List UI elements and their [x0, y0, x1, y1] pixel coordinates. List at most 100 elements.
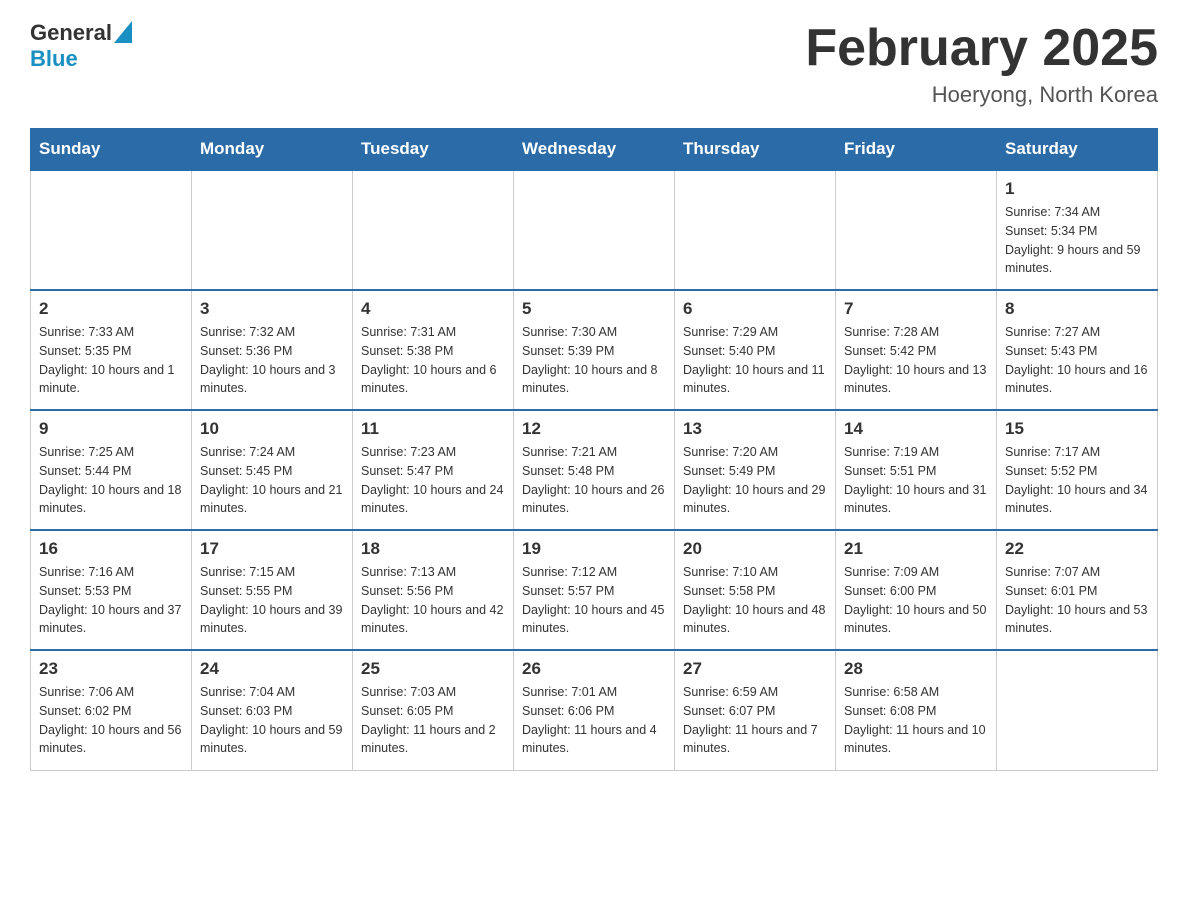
table-row	[192, 170, 353, 290]
day-info: Sunrise: 7:31 AM Sunset: 5:38 PM Dayligh…	[361, 323, 505, 398]
calendar-title: February 2025	[805, 20, 1158, 77]
table-row: 12 Sunrise: 7:21 AM Sunset: 5:48 PM Dayli…	[514, 410, 675, 530]
day-info: Sunrise: 7:19 AM Sunset: 5:51 PM Dayligh…	[844, 443, 988, 518]
day-number: 28	[844, 659, 988, 679]
day-info: Sunrise: 7:27 AM Sunset: 5:43 PM Dayligh…	[1005, 323, 1149, 398]
day-info: Sunrise: 7:34 AM Sunset: 5:34 PM Dayligh…	[1005, 203, 1149, 278]
table-row: 1 Sunrise: 7:34 AM Sunset: 5:34 PM Daylig…	[997, 170, 1158, 290]
day-info: Sunrise: 7:33 AM Sunset: 5:35 PM Dayligh…	[39, 323, 183, 398]
day-info: Sunrise: 7:06 AM Sunset: 6:02 PM Dayligh…	[39, 683, 183, 758]
day-number: 14	[844, 419, 988, 439]
day-info: Sunrise: 6:58 AM Sunset: 6:08 PM Dayligh…	[844, 683, 988, 758]
day-number: 15	[1005, 419, 1149, 439]
table-row: 13 Sunrise: 7:20 AM Sunset: 5:49 PM Dayli…	[675, 410, 836, 530]
day-info: Sunrise: 7:30 AM Sunset: 5:39 PM Dayligh…	[522, 323, 666, 398]
calendar-table: Sunday Monday Tuesday Wednesday Thursday…	[30, 128, 1158, 771]
logo-text-general: General	[30, 20, 112, 46]
day-info: Sunrise: 7:10 AM Sunset: 5:58 PM Dayligh…	[683, 563, 827, 638]
day-number: 17	[200, 539, 344, 559]
calendar-week-row: 16 Sunrise: 7:16 AM Sunset: 5:53 PM Dayli…	[31, 530, 1158, 650]
table-row: 19 Sunrise: 7:12 AM Sunset: 5:57 PM Dayli…	[514, 530, 675, 650]
day-number: 1	[1005, 179, 1149, 199]
table-row	[31, 170, 192, 290]
weekday-header-row: Sunday Monday Tuesday Wednesday Thursday…	[31, 129, 1158, 171]
table-row: 2 Sunrise: 7:33 AM Sunset: 5:35 PM Daylig…	[31, 290, 192, 410]
day-number: 7	[844, 299, 988, 319]
table-row: 7 Sunrise: 7:28 AM Sunset: 5:42 PM Daylig…	[836, 290, 997, 410]
day-number: 3	[200, 299, 344, 319]
col-tuesday: Tuesday	[353, 129, 514, 171]
day-number: 21	[844, 539, 988, 559]
page-header: General Blue February 2025 Hoeryong, Nor…	[30, 20, 1158, 108]
day-info: Sunrise: 7:15 AM Sunset: 5:55 PM Dayligh…	[200, 563, 344, 638]
col-saturday: Saturday	[997, 129, 1158, 171]
table-row: 25Sunrise: 7:03 AM Sunset: 6:05 PM Dayli…	[353, 650, 514, 770]
table-row: 24 Sunrise: 7:04 AM Sunset: 6:03 PM Dayli…	[192, 650, 353, 770]
day-number: 13	[683, 419, 827, 439]
day-info: Sunrise: 7:03 AM Sunset: 6:05 PM Dayligh…	[361, 683, 505, 758]
col-sunday: Sunday	[31, 129, 192, 171]
logo: General Blue	[30, 20, 132, 72]
day-number: 19	[522, 539, 666, 559]
table-row: 4 Sunrise: 7:31 AM Sunset: 5:38 PM Daylig…	[353, 290, 514, 410]
day-info: Sunrise: 7:25 AM Sunset: 5:44 PM Dayligh…	[39, 443, 183, 518]
table-row: 15 Sunrise: 7:17 AM Sunset: 5:52 PM Dayli…	[997, 410, 1158, 530]
table-row: 6Sunrise: 7:29 AM Sunset: 5:40 PM Daylig…	[675, 290, 836, 410]
calendar-week-row: 2 Sunrise: 7:33 AM Sunset: 5:35 PM Daylig…	[31, 290, 1158, 410]
table-row: 20 Sunrise: 7:10 AM Sunset: 5:58 PM Dayli…	[675, 530, 836, 650]
day-info: Sunrise: 7:04 AM Sunset: 6:03 PM Dayligh…	[200, 683, 344, 758]
day-info: Sunrise: 7:23 AM Sunset: 5:47 PM Dayligh…	[361, 443, 505, 518]
calendar-subtitle: Hoeryong, North Korea	[805, 82, 1158, 108]
table-row: 26 Sunrise: 7:01 AM Sunset: 6:06 PM Dayli…	[514, 650, 675, 770]
col-wednesday: Wednesday	[514, 129, 675, 171]
table-row	[353, 170, 514, 290]
table-row: 21Sunrise: 7:09 AM Sunset: 6:00 PM Dayli…	[836, 530, 997, 650]
day-info: Sunrise: 7:21 AM Sunset: 5:48 PM Dayligh…	[522, 443, 666, 518]
day-number: 24	[200, 659, 344, 679]
calendar-week-row: 1 Sunrise: 7:34 AM Sunset: 5:34 PM Daylig…	[31, 170, 1158, 290]
day-info: Sunrise: 7:12 AM Sunset: 5:57 PM Dayligh…	[522, 563, 666, 638]
table-row	[514, 170, 675, 290]
table-row: 22Sunrise: 7:07 AM Sunset: 6:01 PM Dayli…	[997, 530, 1158, 650]
table-row: 18 Sunrise: 7:13 AM Sunset: 5:56 PM Dayli…	[353, 530, 514, 650]
table-row	[836, 170, 997, 290]
day-number: 16	[39, 539, 183, 559]
calendar-week-row: 9 Sunrise: 7:25 AM Sunset: 5:44 PM Daylig…	[31, 410, 1158, 530]
day-number: 20	[683, 539, 827, 559]
table-row: 16 Sunrise: 7:16 AM Sunset: 5:53 PM Dayli…	[31, 530, 192, 650]
table-row	[997, 650, 1158, 770]
day-number: 6	[683, 299, 827, 319]
day-info: Sunrise: 6:59 AM Sunset: 6:07 PM Dayligh…	[683, 683, 827, 758]
day-info: Sunrise: 7:07 AM Sunset: 6:01 PM Dayligh…	[1005, 563, 1149, 638]
col-monday: Monday	[192, 129, 353, 171]
day-number: 5	[522, 299, 666, 319]
title-area: February 2025 Hoeryong, North Korea	[805, 20, 1158, 108]
logo-triangle-icon	[114, 21, 132, 43]
day-info: Sunrise: 7:16 AM Sunset: 5:53 PM Dayligh…	[39, 563, 183, 638]
logo-text-blue: Blue	[30, 46, 78, 71]
day-number: 8	[1005, 299, 1149, 319]
day-number: 12	[522, 419, 666, 439]
day-info: Sunrise: 7:13 AM Sunset: 5:56 PM Dayligh…	[361, 563, 505, 638]
day-info: Sunrise: 7:17 AM Sunset: 5:52 PM Dayligh…	[1005, 443, 1149, 518]
col-friday: Friday	[836, 129, 997, 171]
day-number: 9	[39, 419, 183, 439]
day-info: Sunrise: 7:20 AM Sunset: 5:49 PM Dayligh…	[683, 443, 827, 518]
day-number: 2	[39, 299, 183, 319]
day-info: Sunrise: 7:28 AM Sunset: 5:42 PM Dayligh…	[844, 323, 988, 398]
table-row: 3Sunrise: 7:32 AM Sunset: 5:36 PM Daylig…	[192, 290, 353, 410]
day-number: 27	[683, 659, 827, 679]
day-info: Sunrise: 7:01 AM Sunset: 6:06 PM Dayligh…	[522, 683, 666, 758]
table-row: 17 Sunrise: 7:15 AM Sunset: 5:55 PM Dayli…	[192, 530, 353, 650]
day-number: 18	[361, 539, 505, 559]
day-number: 26	[522, 659, 666, 679]
day-number: 4	[361, 299, 505, 319]
table-row: 8 Sunrise: 7:27 AM Sunset: 5:43 PM Daylig…	[997, 290, 1158, 410]
day-number: 11	[361, 419, 505, 439]
day-number: 23	[39, 659, 183, 679]
table-row: 27 Sunrise: 6:59 AM Sunset: 6:07 PM Dayli…	[675, 650, 836, 770]
table-row: 5 Sunrise: 7:30 AM Sunset: 5:39 PM Daylig…	[514, 290, 675, 410]
col-thursday: Thursday	[675, 129, 836, 171]
table-row: 28 Sunrise: 6:58 AM Sunset: 6:08 PM Dayli…	[836, 650, 997, 770]
table-row	[675, 170, 836, 290]
